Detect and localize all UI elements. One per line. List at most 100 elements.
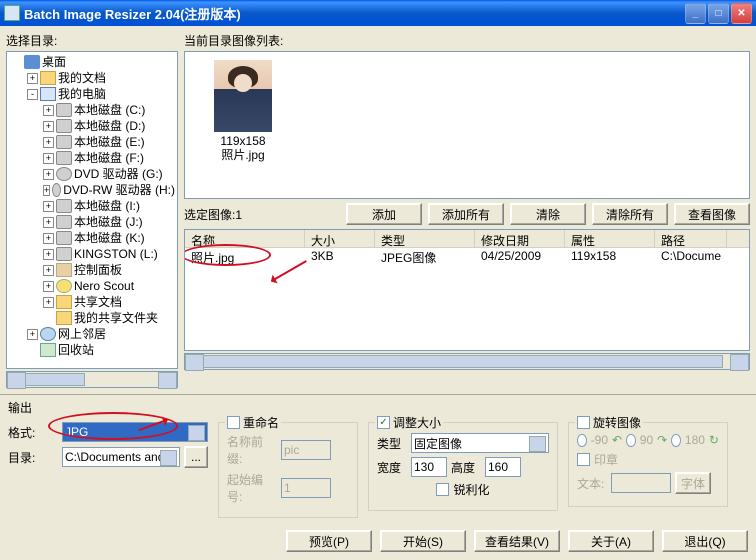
file-list[interactable]: 名称 大小 类型 修改日期 属性 路径 照片.jpg 3KB JPEG图像 04… <box>184 229 750 351</box>
list-hscroll[interactable] <box>184 353 750 370</box>
preview-button[interactable]: 预览(P) <box>286 530 372 552</box>
tree-node[interactable]: +DVD-RW 驱动器 (H:) <box>9 182 175 198</box>
minimize-button[interactable]: _ <box>685 3 706 24</box>
tree-node[interactable]: +本地磁盘 (D:) <box>9 118 175 134</box>
cd-icon <box>56 167 72 181</box>
tree-toggle-icon[interactable]: + <box>43 169 54 180</box>
col-size[interactable]: 大小 <box>305 230 375 247</box>
about-button[interactable]: 关于(A) <box>568 530 654 552</box>
panel-icon <box>56 263 72 277</box>
tree-toggle-icon[interactable]: + <box>43 105 54 116</box>
resize-type-select[interactable]: 固定图像 <box>411 433 549 453</box>
col-type[interactable]: 类型 <box>375 230 475 247</box>
dir-select[interactable]: C:\Documents and S <box>62 447 180 467</box>
tree-toggle-icon[interactable]: + <box>43 233 54 244</box>
prefix-input <box>281 440 331 460</box>
tree-toggle-icon[interactable]: + <box>27 329 38 340</box>
stamp-text-label: 文本: <box>577 475 607 492</box>
start-button[interactable]: 开始(S) <box>380 530 466 552</box>
format-select[interactable]: JPG <box>62 422 208 442</box>
resize-type-label: 类型 <box>377 435 407 452</box>
font-button: 字体 <box>675 472 711 494</box>
drive-icon <box>56 135 72 149</box>
tree-node[interactable]: +本地磁盘 (K:) <box>9 230 175 246</box>
tree-node-label: 我的电脑 <box>58 86 106 102</box>
view-image-button[interactable]: 查看图像 <box>674 203 750 225</box>
tree-node-label: 共享文档 <box>74 294 122 310</box>
resize-title: 调整大小 <box>393 414 441 431</box>
tree-node-label: Nero Scout <box>74 278 134 294</box>
tree-node[interactable]: + 本地磁盘 (J:) <box>9 214 175 230</box>
resize-checkbox[interactable]: ✓ <box>377 416 390 429</box>
tree-node[interactable]: + Nero Scout <box>9 278 175 294</box>
folder-icon <box>40 71 56 85</box>
tree-node[interactable]: +本地磁盘 (F:) <box>9 150 175 166</box>
tree-toggle-icon[interactable]: + <box>43 265 54 276</box>
view-result-button[interactable]: 查看结果(V) <box>474 530 560 552</box>
cell-type: JPEG图像 <box>375 248 475 264</box>
tree-node[interactable]: 桌面 <box>9 54 175 70</box>
tree-node-label: 回收站 <box>58 342 94 358</box>
clear-all-button[interactable]: 清除所有 <box>592 203 668 225</box>
tree-toggle-icon[interactable]: + <box>43 185 50 196</box>
tree-toggle-icon[interactable]: + <box>43 201 54 212</box>
height-input[interactable] <box>485 457 521 477</box>
tree-node[interactable]: +本地磁盘 (E:) <box>9 134 175 150</box>
tree-node[interactable]: 我的共享文件夹 <box>9 310 175 326</box>
tree-hscroll[interactable] <box>6 371 178 388</box>
col-path[interactable]: 路径 <box>655 230 727 247</box>
maximize-button[interactable]: □ <box>708 3 729 24</box>
tree-toggle-icon[interactable]: + <box>27 73 38 84</box>
tree-node[interactable]: 回收站 <box>9 342 175 358</box>
tree-node-label: 网上邻居 <box>58 326 106 342</box>
tree-toggle-icon[interactable]: + <box>43 297 54 308</box>
tree-node[interactable]: + 控制面板 <box>9 262 175 278</box>
tree-node-label: 我的文档 <box>58 70 106 86</box>
cell-size: 3KB <box>305 248 375 264</box>
drive-icon <box>56 151 72 165</box>
tree-toggle-icon[interactable]: + <box>43 281 54 292</box>
tree-node[interactable]: + 网上邻居 <box>9 326 175 342</box>
mycomp-icon <box>40 87 56 101</box>
list-row[interactable]: 照片.jpg 3KB JPEG图像 04/25/2009 119x158 C:\… <box>185 248 749 264</box>
rotate-checkbox[interactable] <box>577 416 590 429</box>
clear-button[interactable]: 清除 <box>510 203 586 225</box>
width-input[interactable] <box>411 457 447 477</box>
col-attr[interactable]: 属性 <box>565 230 655 247</box>
drive-icon <box>56 103 72 117</box>
sharpen-checkbox[interactable] <box>436 483 449 496</box>
tree-node[interactable]: + 我的文档 <box>9 70 175 86</box>
tree-toggle-icon[interactable]: - <box>27 89 38 100</box>
tree-node-label: 本地磁盘 (J:) <box>74 214 143 230</box>
tree-node[interactable]: +DVD 驱动器 (G:) <box>9 166 175 182</box>
tree-toggle-icon[interactable]: + <box>43 217 54 228</box>
drive-icon <box>56 119 72 133</box>
tree-node-label: 控制面板 <box>74 262 122 278</box>
tree-toggle-icon[interactable]: + <box>43 153 54 164</box>
tree-node[interactable]: + 本地磁盘 (C:) <box>9 102 175 118</box>
tree-node[interactable]: + KINGSTON (L:) <box>9 246 175 262</box>
tree-toggle-icon[interactable]: + <box>43 137 54 148</box>
directory-tree[interactable]: 桌面 + 我的文档 - 我的电脑 + 本地磁盘 (C:)+本地磁盘 (D:)+本地磁盘 (E… <box>6 51 178 369</box>
exit-button[interactable]: 退出(Q) <box>662 530 748 552</box>
tree-node-label: KINGSTON (L:) <box>74 246 158 262</box>
add-all-button[interactable]: 添加所有 <box>428 203 504 225</box>
share-icon <box>56 295 72 309</box>
tree-node-label: 桌面 <box>42 54 66 70</box>
col-name[interactable]: 名称 <box>185 230 305 247</box>
browse-button[interactable]: ... <box>184 446 208 468</box>
tree-toggle-icon[interactable]: + <box>43 121 54 132</box>
tree-node[interactable]: - 我的电脑 <box>9 86 175 102</box>
tree-node[interactable]: +本地磁盘 (I:) <box>9 198 175 214</box>
add-button[interactable]: 添加 <box>346 203 422 225</box>
thumbnail-item[interactable]: 119x158 照片.jpg <box>193 60 293 162</box>
tree-toggle-icon[interactable]: + <box>43 249 54 260</box>
app-icon <box>4 5 20 21</box>
col-date[interactable]: 修改日期 <box>475 230 565 247</box>
rename-checkbox[interactable] <box>227 416 240 429</box>
rot-180-radio <box>671 434 681 447</box>
stamp-text-input <box>611 473 671 493</box>
tree-node[interactable]: + 共享文档 <box>9 294 175 310</box>
tree-node-label: 本地磁盘 (C:) <box>74 102 145 118</box>
close-button[interactable]: ✕ <box>731 3 752 24</box>
